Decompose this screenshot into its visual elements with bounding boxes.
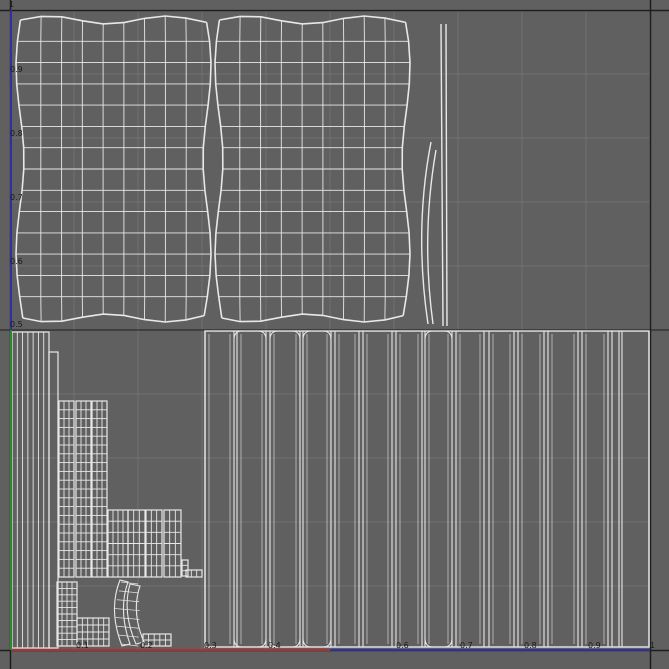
- u-axis-label-0.1: 0.1: [76, 641, 89, 650]
- v-axis-label-top: 1: [9, 0, 15, 9]
- u-axis-label-0.9: 0.9: [588, 641, 601, 650]
- u-axis-label-1: 1: [650, 641, 656, 650]
- u-axis-label-0.4: 0.4: [268, 641, 281, 650]
- v-axis-label-half: 0.5: [10, 320, 23, 329]
- u-axis-label-0.7: 0.7: [460, 641, 473, 650]
- v-axis-label-0.9: 0.9: [10, 65, 23, 74]
- u-axis-label-0.3: 0.3: [204, 641, 217, 650]
- u-axis-label-0.6: 0.6: [396, 641, 409, 650]
- v-axis-label-0.7: 0.7: [10, 193, 23, 202]
- uv-editor-viewport[interactable]: [0, 0, 669, 669]
- u-axis-label-0.2: 0.2: [140, 641, 153, 650]
- uv-shell-block-c: [91, 400, 108, 578]
- uv-shell-block-b: [75, 400, 92, 578]
- uv-shell-block-a: [58, 400, 75, 578]
- v-axis-label-0.8: 0.8: [10, 129, 23, 138]
- v-axis-label-0.6: 0.6: [10, 257, 23, 266]
- u-axis-label-0.8: 0.8: [524, 641, 537, 650]
